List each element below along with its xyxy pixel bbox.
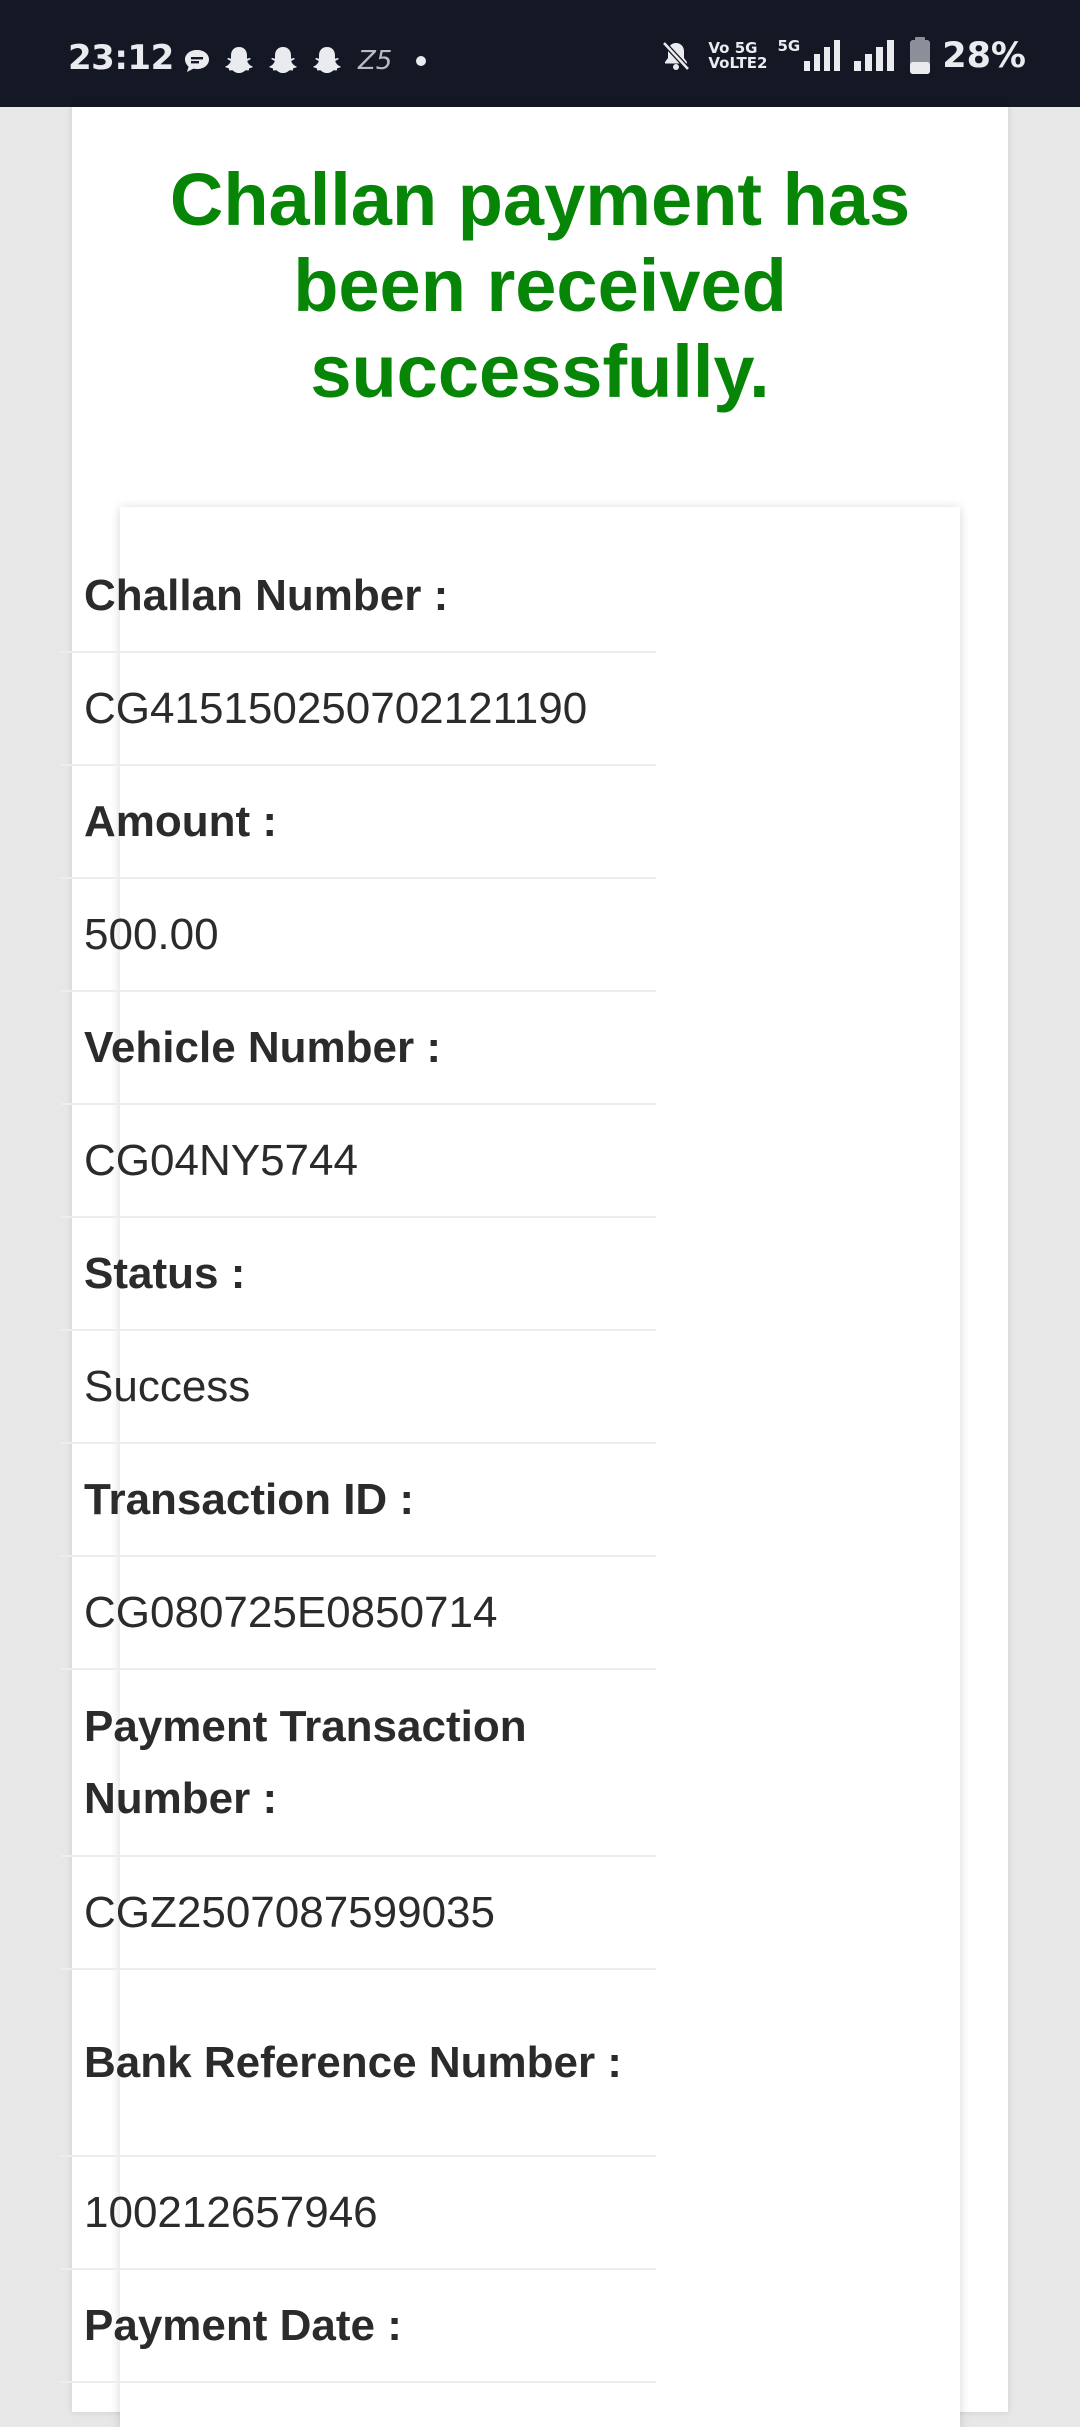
volte-indicator: Vo 5G VoLTE2 (708, 39, 768, 72)
amount-label: Amount : (60, 766, 656, 879)
success-message: Challan payment has been received succes… (169, 158, 911, 413)
vehicle-number-label: Vehicle Number : (60, 992, 656, 1105)
vehicle-number-value: CG04NY5744 (60, 1105, 656, 1218)
network-signal-1: 5G (777, 39, 842, 73)
payment-transaction-number-value: CGZ2507087599035 (60, 1857, 656, 1970)
status-label: Status : (60, 1218, 656, 1331)
status-value: Success (60, 1331, 656, 1444)
z5-app-icon: Z5 (358, 46, 393, 76)
mute-bell-icon (662, 41, 691, 71)
snapchat-icon (313, 47, 341, 73)
challan-number-label: Challan Number : (60, 540, 656, 653)
battery-percentage: 28% (942, 36, 1026, 76)
payment-details-list: Challan Number : CG4151502507021211​90 A… (60, 540, 656, 2383)
snapchat-icon (269, 47, 297, 73)
chat-icon (185, 50, 209, 72)
battery-icon (910, 37, 931, 74)
status-bar: 23:12 Z5 Vo 5G VoLTE2 5G 28% (0, 0, 1080, 107)
signal-bars-icon (804, 40, 841, 71)
notification-icons: Z5 (182, 44, 427, 78)
payment-transaction-number-label: Payment Transaction Number : (60, 1670, 656, 1857)
snapchat-icon (225, 47, 253, 73)
amount-value: 500.00 (60, 879, 656, 992)
payment-date-label: Payment Date : (60, 2270, 656, 2383)
bank-reference-number-value: 100212657946 (60, 2157, 656, 2270)
challan-number-value: CG4151502507021211​90 (60, 653, 656, 766)
system-icons: Vo 5G VoLTE2 5G 28% (658, 36, 1026, 76)
signal-bars-icon (854, 40, 895, 71)
transaction-id-label: Transaction ID : (60, 1444, 656, 1557)
notification-dot (416, 56, 427, 66)
transaction-id-value: CG080725E0850714 (60, 1557, 656, 1670)
bank-reference-number-label: Bank Reference Number : (60, 1970, 656, 2157)
network-type: 5G (777, 37, 801, 55)
status-time: 23:12 (68, 38, 174, 78)
